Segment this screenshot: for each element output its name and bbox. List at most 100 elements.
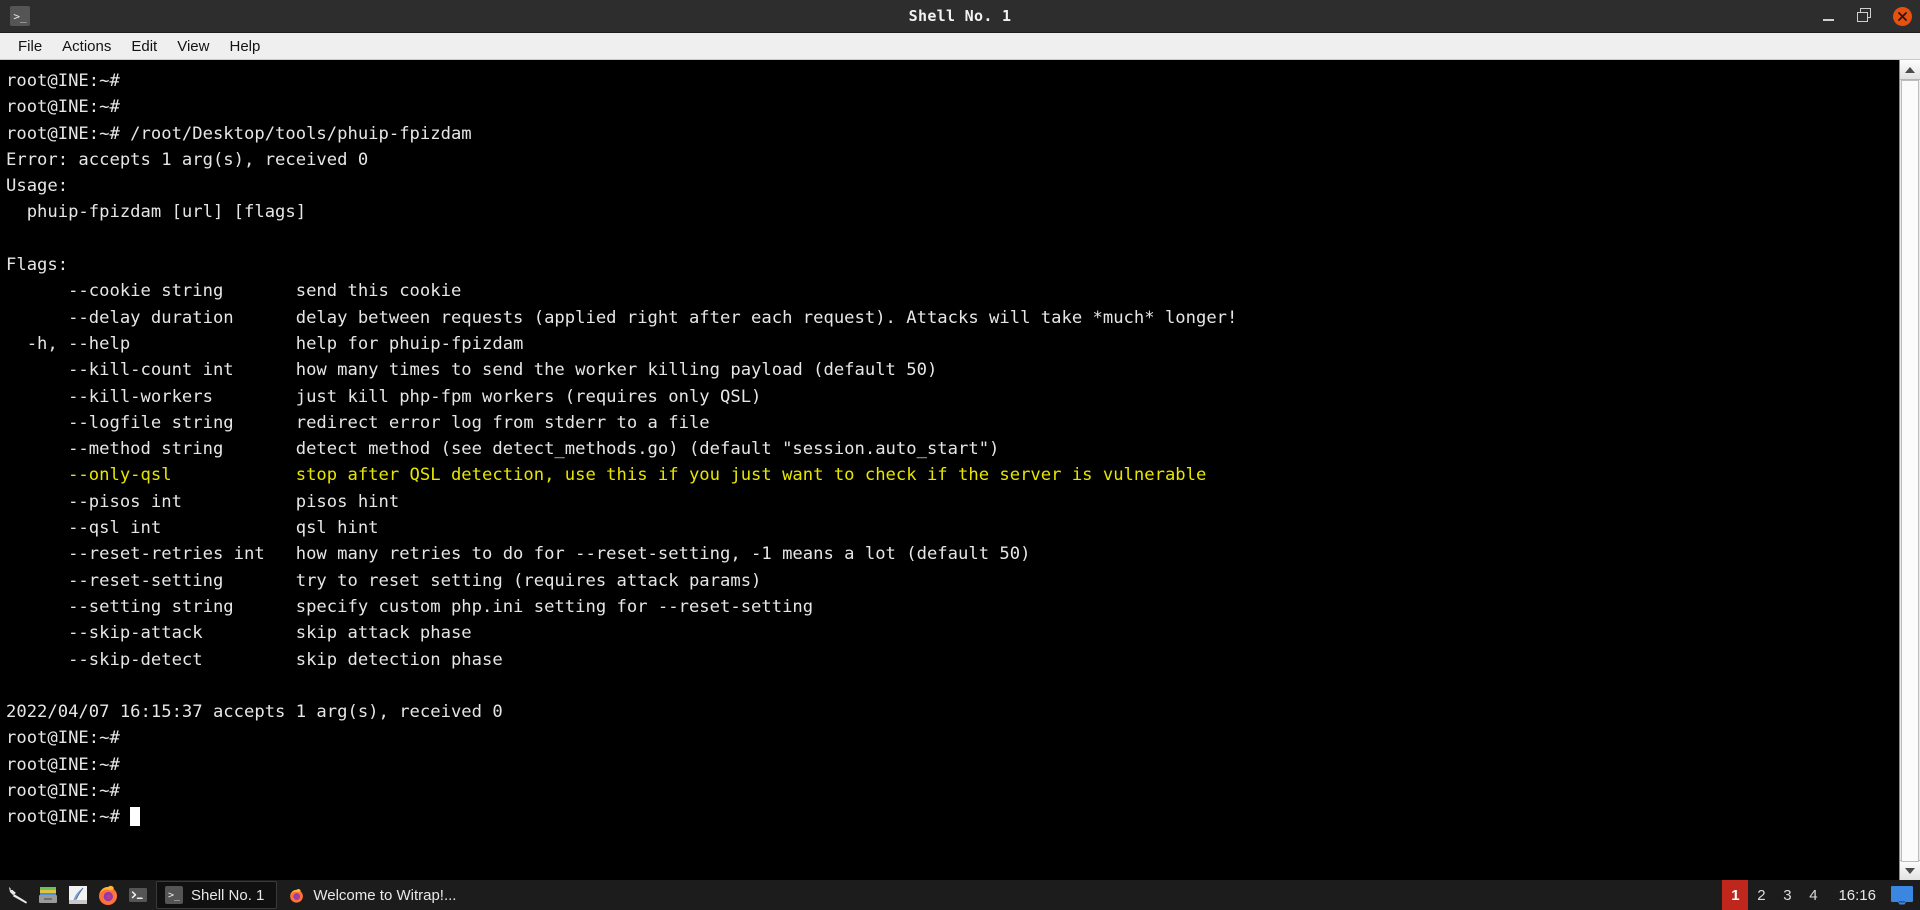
terminal-line: root@INE:~# bbox=[6, 778, 1899, 804]
workspace-3[interactable]: 3 bbox=[1774, 880, 1800, 910]
task-button-firefox[interactable]: Welcome to Witrap!... bbox=[279, 882, 468, 908]
terminal-line: root@INE:~# bbox=[6, 725, 1899, 751]
workspace-switcher: 1 2 3 4 bbox=[1722, 880, 1826, 910]
terminal-line: 2022/04/07 16:15:37 accepts 1 arg(s), re… bbox=[6, 699, 1899, 725]
terminal-line-text: root@INE:~# bbox=[6, 97, 120, 118]
terminal-line-text: 2022/04/07 16:15:37 accepts 1 arg(s), re… bbox=[6, 702, 503, 723]
terminal-line: --delay duration delay between requests … bbox=[6, 305, 1899, 331]
terminal-line: --setting string specify custom php.ini … bbox=[6, 594, 1899, 620]
workspace-2[interactable]: 2 bbox=[1748, 880, 1774, 910]
terminal-icon: >_ bbox=[165, 886, 183, 904]
menu-item-file[interactable]: File bbox=[8, 36, 52, 57]
terminal-line: --pisos int pisos hint bbox=[6, 489, 1899, 515]
workspace-1[interactable]: 1 bbox=[1722, 880, 1749, 910]
terminal-output[interactable]: root@INE:~# root@INE:~# root@INE:~# /root/… bbox=[0, 60, 1899, 880]
terminal-line-text: root@INE:~# bbox=[6, 71, 120, 91]
terminal-line-text: --kill-count int how many times to send … bbox=[6, 360, 938, 381]
clock[interactable]: 16:16 bbox=[1826, 887, 1888, 904]
menu-item-help[interactable]: Help bbox=[219, 36, 270, 57]
terminal-line: -h, --help help for phuip-fpizdam bbox=[6, 331, 1899, 357]
terminal-line-text: root@INE:~# bbox=[6, 754, 120, 775]
window-controls bbox=[1817, 0, 1912, 32]
scrollbar-track[interactable] bbox=[1900, 80, 1920, 862]
taskbar-launchers bbox=[0, 882, 156, 908]
terminal-line-text: Error: accepts 1 arg(s), received 0 bbox=[6, 149, 369, 170]
terminal-line: root@INE:~# bbox=[6, 752, 1899, 778]
maximize-button[interactable] bbox=[1855, 5, 1877, 27]
terminal-line-text: Usage: bbox=[6, 176, 69, 197]
terminal-line-text: root@INE:~# bbox=[6, 728, 120, 749]
terminal-line-text: root@INE:~# bbox=[6, 781, 120, 802]
terminal-line-text: --delay duration delay between requests … bbox=[6, 307, 1238, 328]
scroll-up-arrow-icon bbox=[1905, 66, 1915, 73]
terminal-line-text: --qsl int qsl hint bbox=[6, 518, 379, 539]
text-editor-icon[interactable] bbox=[65, 882, 91, 908]
terminal-line: --reset-setting try to reset setting (re… bbox=[6, 568, 1899, 594]
terminal-line-text: --pisos int pisos hint bbox=[6, 491, 400, 512]
menu-bar: File Actions Edit View Help bbox=[0, 33, 1920, 60]
scroll-up-button[interactable] bbox=[1900, 60, 1920, 80]
terminal-line-text: root@INE:~# bbox=[6, 807, 131, 828]
terminal-line-text: root@INE:~# /root/Desktop/tools/phuip-fp… bbox=[6, 123, 472, 144]
task-button-shell[interactable]: >_ Shell No. 1 bbox=[156, 881, 278, 909]
terminal-line: --logfile string redirect error log from… bbox=[6, 410, 1899, 436]
kali-menu-icon[interactable] bbox=[5, 882, 31, 908]
terminal-line: root@INE:~# bbox=[6, 68, 1899, 94]
terminal-line: --method string detect method (see detec… bbox=[6, 436, 1899, 462]
terminal-line: root@INE:~# /root/Desktop/tools/phuip-fp… bbox=[6, 121, 1899, 147]
terminal-line: Flags: bbox=[6, 252, 1899, 278]
terminal-line-text: -h, --help help for phuip-fpizdam bbox=[6, 333, 524, 354]
terminal-line-text: --reset-setting try to reset setting (re… bbox=[6, 570, 762, 591]
terminal-line: root@INE:~# bbox=[6, 94, 1899, 120]
show-desktop-icon[interactable] bbox=[1888, 884, 1916, 906]
scrollbar-thumb[interactable] bbox=[1901, 80, 1919, 862]
scroll-down-arrow-icon bbox=[1905, 867, 1915, 874]
firefox-icon[interactable] bbox=[95, 882, 121, 908]
scroll-down-button[interactable] bbox=[1900, 860, 1920, 880]
close-button[interactable] bbox=[1893, 6, 1912, 26]
terminal-scrollbar[interactable] bbox=[1899, 60, 1920, 880]
terminal-line-text: --only-qsl stop after QSL detection, use… bbox=[6, 465, 1207, 486]
terminal-line: --kill-count int how many times to send … bbox=[6, 357, 1899, 383]
terminal-area: root@INE:~# root@INE:~# root@INE:~# /root/… bbox=[0, 60, 1920, 880]
task-label: Welcome to Witrap!... bbox=[313, 886, 457, 904]
terminal-window: >_ Shell No. 1 File Actions Edit View He… bbox=[0, 0, 1920, 880]
firefox-icon bbox=[287, 886, 305, 904]
file-manager-icon[interactable] bbox=[35, 882, 61, 908]
terminal-line: --only-qsl stop after QSL detection, use… bbox=[6, 462, 1899, 488]
terminal-line: Usage: bbox=[6, 173, 1899, 199]
taskbar-windows: >_ Shell No. 1 Welcome to Witrap!... bbox=[156, 881, 1722, 909]
workspace-4[interactable]: 4 bbox=[1800, 880, 1826, 910]
menu-item-actions[interactable]: Actions bbox=[52, 36, 121, 57]
terminal-line: --cookie string send this cookie bbox=[6, 278, 1899, 304]
terminal-line: --reset-retries int how many retries to … bbox=[6, 541, 1899, 567]
title-bar[interactable]: >_ Shell No. 1 bbox=[0, 0, 1920, 33]
terminal-line-text: --skip-detect skip detection phase bbox=[6, 649, 503, 670]
terminal-icon[interactable] bbox=[125, 882, 151, 908]
task-label: Shell No. 1 bbox=[191, 886, 265, 904]
terminal-line-text: phuip-fpizdam [url] [flags] bbox=[6, 202, 307, 223]
terminal-line: --qsl int qsl hint bbox=[6, 515, 1899, 541]
taskbar: >_ Shell No. 1 Welcome to Witrap!... 1 2… bbox=[0, 880, 1920, 910]
terminal-line: --kill-workers just kill php-fpm workers… bbox=[6, 384, 1899, 410]
window-title: Shell No. 1 bbox=[908, 7, 1012, 25]
terminal-line: root@INE:~# bbox=[6, 804, 1899, 830]
menu-item-edit[interactable]: Edit bbox=[121, 36, 167, 57]
minimize-button[interactable] bbox=[1817, 5, 1839, 27]
terminal-line: --skip-detect skip detection phase bbox=[6, 647, 1899, 673]
terminal-line-text: --method string detect method (see detec… bbox=[6, 439, 1000, 460]
close-icon bbox=[1898, 11, 1907, 21]
terminal-cursor bbox=[130, 807, 141, 827]
terminal-line-text: --cookie string send this cookie bbox=[6, 281, 462, 302]
terminal-line-text: --skip-attack skip attack phase bbox=[6, 623, 472, 644]
terminal-line-text: --setting string specify custom php.ini … bbox=[6, 596, 814, 617]
terminal-line-text: Flags: bbox=[6, 255, 69, 276]
terminal-line-text: --reset-retries int how many retries to … bbox=[6, 544, 1031, 565]
terminal-icon: >_ bbox=[10, 6, 30, 26]
menu-item-view[interactable]: View bbox=[167, 36, 219, 57]
terminal-line: --skip-attack skip attack phase bbox=[6, 620, 1899, 646]
terminal-line: Error: accepts 1 arg(s), received 0 bbox=[6, 147, 1899, 173]
terminal-line: phuip-fpizdam [url] [flags] bbox=[6, 199, 1899, 225]
terminal-line-text: --logfile string redirect error log from… bbox=[6, 412, 710, 433]
